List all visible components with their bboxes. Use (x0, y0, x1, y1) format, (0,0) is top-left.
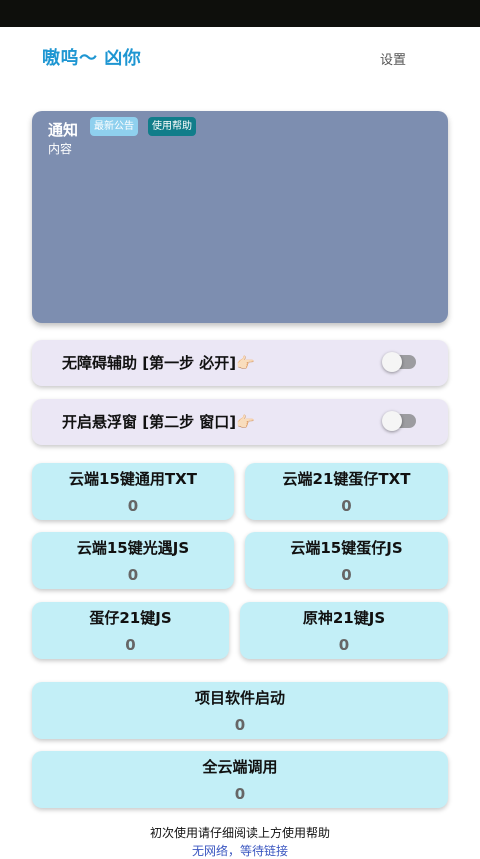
app-title: 嗷呜～ 凶你 (42, 48, 142, 69)
tile-count: 0 (338, 636, 350, 654)
tile-count: 0 (341, 497, 352, 515)
tile-label: 云端15键光遇JS (76, 539, 190, 557)
tile-count: 0 (125, 636, 136, 654)
status-bar (0, 0, 480, 27)
tile-label: 项目软件启动 (194, 689, 285, 707)
tile-call-all-cloud[interactable]: 全云端调用 0 (32, 751, 448, 808)
tile-count: 0 (341, 566, 352, 584)
tile-cloud-15-eggy-js[interactable]: 云端15键蛋仔JS 0 (245, 532, 448, 589)
tile-count: 0 (127, 566, 139, 584)
latest-announcement-chip[interactable]: 最新公告 (90, 117, 138, 136)
accessibility-switch[interactable] (382, 352, 416, 372)
tile-label: 全云端调用 (202, 758, 278, 776)
floating-window-toggle-card[interactable]: 开启悬浮窗 [第二步 窗口]👉🏻 (32, 399, 448, 445)
settings-button[interactable]: 设置 (380, 49, 406, 68)
tile-cloud-15-sky-js[interactable]: 云端15键光遇JS 0 (32, 532, 234, 589)
accessibility-toggle-label: 无障碍辅助 [第一步 必开]👉🏻 (62, 354, 255, 372)
tile-cloud-15-txt[interactable]: 云端15键通用TXT 0 (32, 463, 234, 520)
tile-cloud-21-eggy-txt[interactable]: 云端21键蛋仔TXT 0 (245, 463, 448, 520)
notice-body: 内容 (48, 142, 73, 156)
floating-window-toggle-label: 开启悬浮窗 [第二步 窗口]👉🏻 (62, 413, 255, 431)
tile-genshin-21-js[interactable]: 原神21键JS 0 (240, 602, 448, 659)
notice-title: 通知 (48, 121, 79, 139)
network-status: 无网络，等待链接 (191, 844, 288, 858)
notice-card: 通知 最新公告 使用帮助 内容 (32, 111, 448, 323)
tile-label: 蛋仔21键JS (89, 609, 172, 627)
footer-hint: 初次使用请仔细阅读上方使用帮助 (149, 826, 330, 840)
tile-launch-project-software[interactable]: 项目软件启动 0 (32, 682, 448, 739)
accessibility-toggle-card[interactable]: 无障碍辅助 [第一步 必开]👉🏻 (32, 340, 448, 386)
tile-count: 0 (234, 785, 246, 803)
tile-label: 云端15键蛋仔JS (290, 539, 403, 557)
tile-label: 云端15键通用TXT (69, 470, 197, 488)
tile-label: 原神21键JS (302, 609, 386, 627)
usage-help-chip[interactable]: 使用帮助 (148, 117, 196, 136)
tile-label: 云端21键蛋仔TXT (282, 470, 411, 488)
floating-window-switch[interactable] (382, 411, 416, 431)
switch-knob (382, 352, 402, 372)
switch-knob (382, 411, 402, 431)
tile-count: 0 (127, 497, 139, 515)
tile-eggy-21-js[interactable]: 蛋仔21键JS 0 (32, 602, 229, 659)
tile-count: 0 (234, 716, 246, 734)
